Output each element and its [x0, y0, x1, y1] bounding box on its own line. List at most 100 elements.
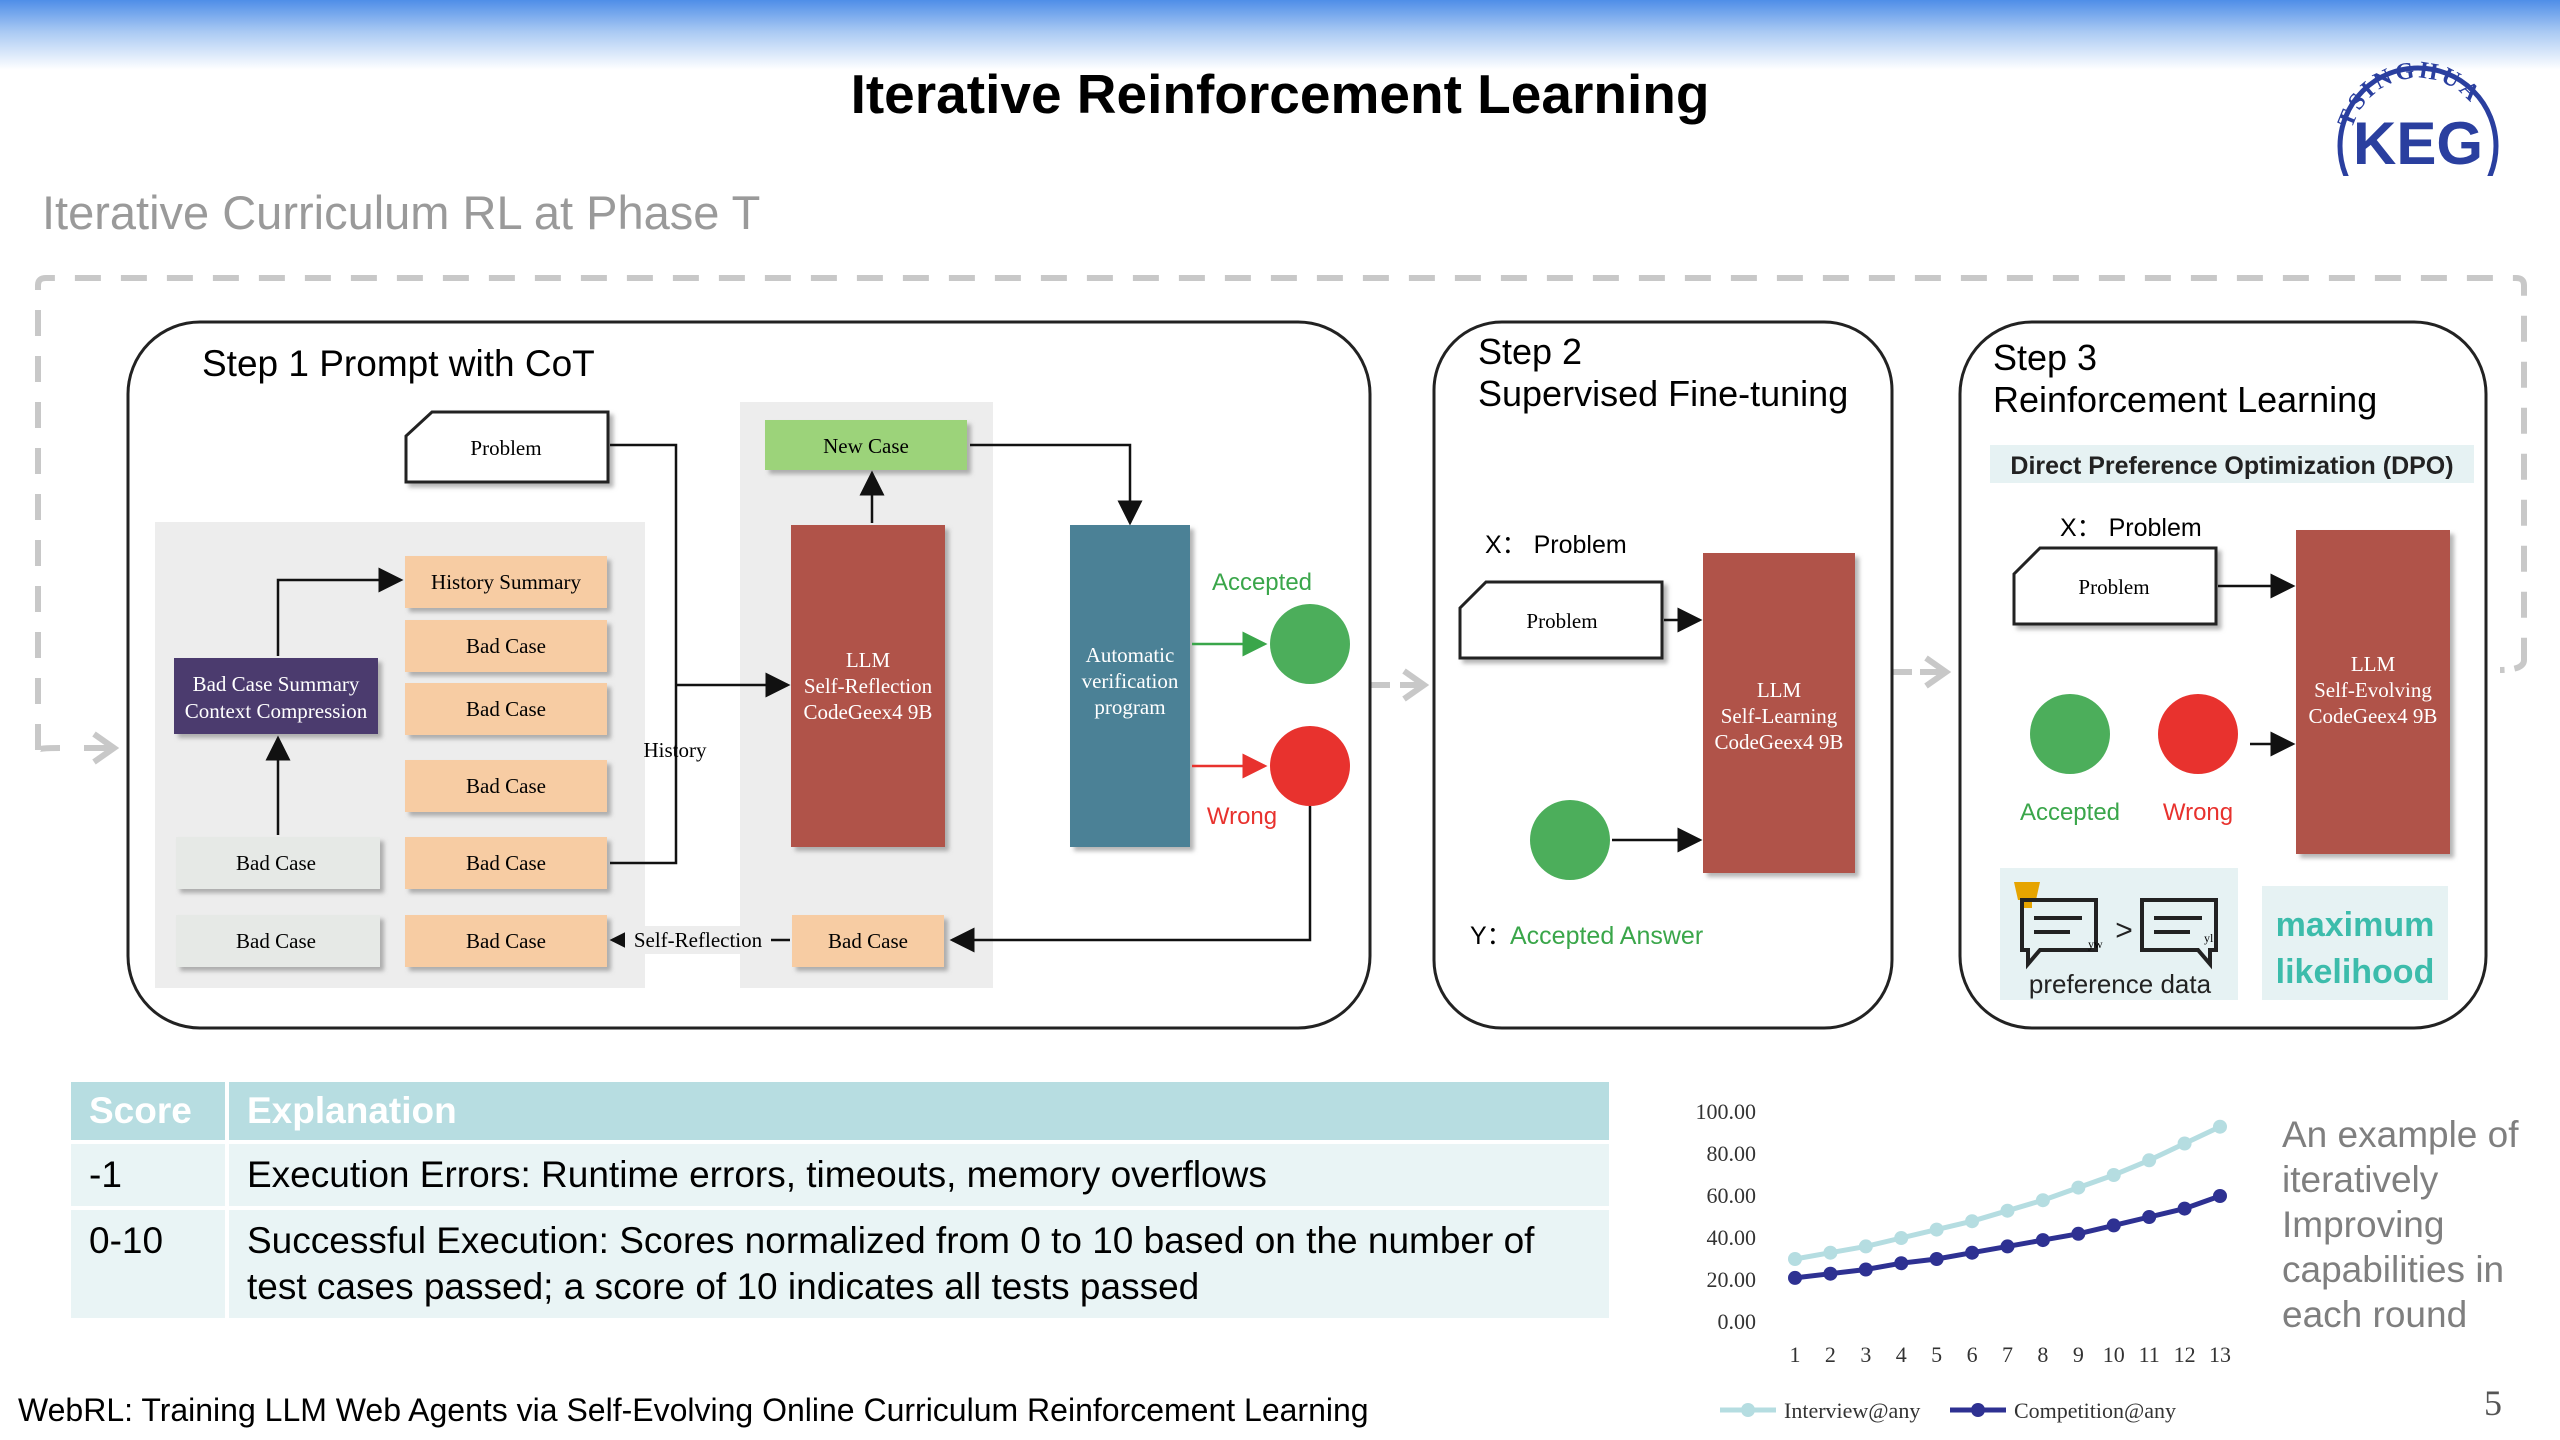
phase-loop-return [2499, 659, 2527, 673]
data-point [2035, 1193, 2050, 1208]
diagram-subtitle: Iterative Curriculum RL at Phase T [42, 186, 761, 239]
x-tick-label: 9 [2073, 1342, 2084, 1367]
y-tick-label: 100.00 [1696, 1099, 1757, 1124]
data-point [1929, 1222, 1944, 1237]
svg-text:Bad Case: Bad Case [466, 851, 546, 875]
step1-title: Step 1 Prompt with CoT [202, 343, 595, 384]
data-point [2035, 1233, 2050, 1248]
step3-wrong-circle [2158, 694, 2238, 774]
svg-text:History: History [644, 738, 708, 762]
table-row: -1 Execution Errors: Runtime errors, tim… [71, 1142, 1613, 1210]
dpo-label: Direct Preference Optimization (DPO) [2010, 452, 2453, 480]
capability-line-chart: 0.0020.0040.0060.0080.00100.001 2 3 4 5 6 7 8 9 1… [1696, 1099, 2232, 1423]
svg-text:LLM: LLM [846, 648, 891, 672]
data-point [2106, 1218, 2121, 1233]
footer-citation: WebRL: Training LLM Web Agents via Self-… [18, 1392, 1369, 1428]
legend-label: Interview@any [1784, 1398, 1920, 1423]
x-tick-label: 12 [2174, 1342, 2196, 1367]
svg-text:Problem: Problem [1526, 609, 1597, 633]
data-point [1858, 1262, 1873, 1277]
step1-to-step2-arrow [1370, 668, 1430, 702]
svg-text:Bad Case: Bad Case [466, 774, 546, 798]
x-tick-label: 13 [2209, 1342, 2231, 1367]
svg-text:LLM: LLM [2351, 652, 2396, 676]
data-point [1965, 1245, 1980, 1260]
svg-text:Y：: Y： [1470, 922, 1512, 950]
data-point [2142, 1153, 2157, 1168]
svg-text:Problem: Problem [470, 436, 541, 460]
x-tick-label: 8 [2037, 1342, 2048, 1367]
x-tick-label: 1 [1790, 1342, 1801, 1367]
svg-text:Bad Case: Bad Case [236, 851, 316, 875]
data-point [2071, 1180, 2086, 1195]
table-header-row: Score Explanation [71, 1082, 1613, 1144]
svg-text:>: > [2115, 914, 2133, 947]
svg-text:likelihood: likelihood [2276, 953, 2435, 991]
data-point [1929, 1252, 1944, 1266]
data-point [1788, 1252, 1802, 1266]
chart-note: An example of iteratively Improving capa… [2282, 1114, 2519, 1335]
legend-marker [1971, 1403, 1985, 1417]
svg-text:New Case: New Case [823, 434, 909, 458]
data-point [2177, 1136, 2192, 1151]
svg-text:Bad Case: Bad Case [466, 634, 546, 658]
svg-text:Accepted Answer: Accepted Answer [1510, 922, 1703, 950]
x-tick-label: 4 [1896, 1342, 1907, 1367]
keg-logo: TSINGHUA KEG [2333, 57, 2499, 176]
pipeline-diagram: Step 1 Prompt with CoT Problem History S… [35, 275, 2527, 1030]
data-point [1823, 1266, 1838, 1281]
explanation-cell: Successful Execution: Scores normalized … [227, 1208, 1613, 1322]
y-tick-label: 60.00 [1707, 1183, 1757, 1208]
score-cell: 0-10 [71, 1208, 229, 1322]
data-point [1894, 1231, 1909, 1245]
svg-text:Self-Evolving: Self-Evolving [2314, 678, 2432, 702]
svg-text:Bad Case: Bad Case [236, 929, 316, 953]
x-tick-label: 5 [1931, 1342, 1942, 1367]
svg-text:Automatic: Automatic [1086, 643, 1175, 667]
svg-text:Accepted: Accepted [1212, 569, 1312, 596]
x-tick-label: 11 [2139, 1342, 2160, 1367]
svg-text:verification: verification [1082, 669, 1179, 693]
svg-text:yw: yw [2088, 937, 2103, 951]
x-tick-label: 3 [1860, 1342, 1871, 1367]
data-point [1858, 1239, 1873, 1254]
svg-text:Context Compression: Context Compression [185, 699, 368, 723]
svg-text:Bad Case: Bad Case [466, 697, 546, 721]
svg-text:program: program [1094, 695, 1165, 719]
explanation-cell: Execution Errors: Runtime errors, timeou… [227, 1142, 1613, 1210]
step2-to-step3-arrow [1892, 655, 1952, 689]
step3-title: Step 3 [1993, 337, 2097, 378]
wrong-circle [1270, 726, 1350, 806]
svg-text:CodeGeex4 9B: CodeGeex4 9B [2309, 704, 2438, 728]
data-point [2106, 1168, 2121, 1182]
svg-text:Bad Case Summary: Bad Case Summary [193, 672, 360, 696]
explanation-column-header: Explanation [227, 1082, 1613, 1144]
svg-text:CodeGeex4 9B: CodeGeex4 9B [1715, 730, 1844, 754]
data-point [2000, 1203, 2015, 1218]
step3-accepted-circle [2030, 694, 2110, 774]
score-column-header: Score [71, 1082, 229, 1144]
data-point [2142, 1210, 2157, 1224]
svg-text:X： Problem: X： Problem [2060, 514, 2202, 542]
accepted-circle [1270, 604, 1350, 684]
svg-text:yl: yl [2204, 931, 2214, 945]
svg-text:History Summary: History Summary [431, 570, 581, 594]
y-tick-label: 0.00 [1718, 1309, 1757, 1334]
loop-in-arrow [35, 731, 120, 765]
svg-text:Accepted: Accepted [2020, 799, 2120, 826]
x-tick-label: 2 [1825, 1342, 1836, 1367]
x-tick-label: 10 [2103, 1342, 2125, 1367]
data-point [1965, 1214, 1980, 1229]
data-point [2071, 1226, 2086, 1241]
x-tick-label: 6 [1967, 1342, 1978, 1367]
svg-text:Self-Reflection: Self-Reflection [634, 928, 763, 952]
data-point [2213, 1119, 2227, 1134]
step2-title: Step 2 [1478, 331, 1582, 372]
y-tick-label: 20.00 [1707, 1267, 1757, 1292]
legend-marker [1741, 1403, 1755, 1417]
svg-text:Bad Case: Bad Case [828, 929, 908, 953]
svg-text:Problem: Problem [2078, 575, 2149, 599]
legend-label: Competition@any [2014, 1398, 2176, 1423]
step2-accepted-circle [1530, 800, 1610, 880]
data-point [2213, 1189, 2227, 1203]
